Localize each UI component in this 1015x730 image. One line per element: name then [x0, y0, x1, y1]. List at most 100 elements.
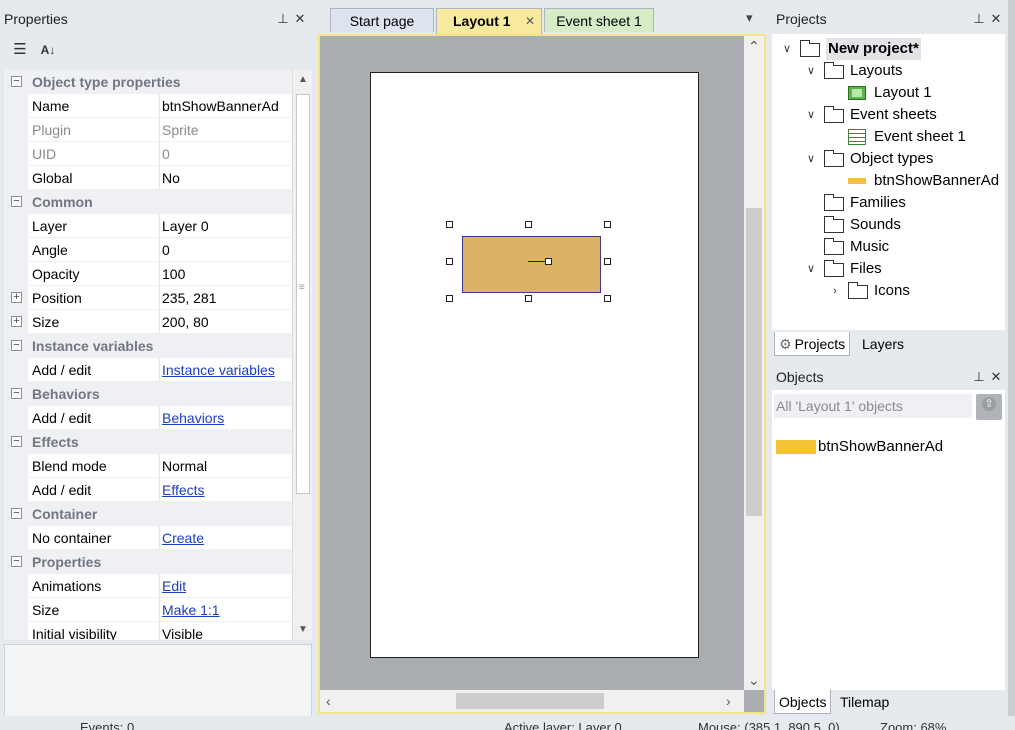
property-value[interactable]: Behaviors [162, 406, 292, 430]
selection-handle[interactable] [604, 258, 611, 265]
property-category[interactable]: − Effects [4, 430, 292, 454]
selection-handle[interactable] [446, 295, 453, 302]
origin-handle[interactable] [545, 258, 552, 265]
property-category[interactable]: − Container [4, 502, 292, 526]
scroll-up-icon[interactable]: ▲ [298, 72, 308, 88]
scroll-left-icon[interactable]: ‹ [326, 693, 331, 709]
properties-scrollbar[interactable]: ▲ ≡ ▼ [292, 70, 312, 640]
tree-item[interactable]: Layout 1 [772, 82, 1005, 104]
property-row[interactable]: Plugin Sprite [4, 118, 292, 142]
property-value[interactable]: Normal [162, 454, 292, 478]
scroll-thumb[interactable] [746, 208, 762, 516]
close-icon[interactable]: ✕ [989, 11, 1003, 27]
property-category[interactable]: − Behaviors [4, 382, 292, 406]
property-row[interactable]: No container Create [4, 526, 292, 550]
chevron-down-icon[interactable]: ∨ [804, 148, 818, 170]
categorized-icon[interactable]: ☰ [10, 42, 30, 58]
selection-handle[interactable] [525, 221, 532, 228]
collapse-icon[interactable]: − [11, 340, 22, 351]
scroll-down-icon[interactable]: ▼ [298, 622, 308, 638]
selection-handle[interactable] [446, 221, 453, 228]
property-link[interactable]: Instance variables [162, 362, 275, 378]
selection-handle[interactable] [604, 295, 611, 302]
property-row[interactable]: Size Make 1:1 [4, 598, 292, 622]
sort-az-icon[interactable]: A↓ [38, 42, 58, 58]
tree-item[interactable]: ∨ Files [772, 258, 1005, 280]
editor-vertical-scrollbar[interactable]: ⌃ ⌄ [744, 36, 764, 690]
property-row[interactable]: Add / edit Instance variables [4, 358, 292, 382]
collapse-icon[interactable]: − [11, 76, 22, 87]
property-row[interactable]: + Size 200, 80 [4, 310, 292, 334]
collapse-icon[interactable]: − [11, 388, 22, 399]
tree-item[interactable]: Music [772, 236, 1005, 258]
property-value[interactable]: Layer 0 [162, 214, 292, 238]
property-category[interactable]: − Object type properties [4, 70, 292, 94]
property-row[interactable]: Animations Edit [4, 574, 292, 598]
chevron-right-icon[interactable]: › [828, 280, 842, 302]
property-category[interactable]: − Instance variables [4, 334, 292, 358]
tree-item[interactable]: Sounds [772, 214, 1005, 236]
property-row[interactable]: Initial visibility Visible [4, 622, 292, 640]
property-link[interactable]: Behaviors [162, 410, 224, 426]
property-row[interactable]: Opacity 100 [4, 262, 292, 286]
layout-canvas[interactable] [370, 72, 699, 658]
property-row[interactable]: Global No [4, 166, 292, 190]
property-link[interactable]: Effects [162, 482, 205, 498]
pin-icon[interactable]: ⊥ [972, 369, 986, 385]
tab-layers[interactable]: Layers [858, 332, 908, 356]
property-category[interactable]: − Properties [4, 550, 292, 574]
collapse-icon[interactable]: − [11, 196, 22, 207]
selection-handle[interactable] [446, 258, 453, 265]
selection-handle[interactable] [525, 295, 532, 302]
tree-item[interactable]: › Icons [772, 280, 1005, 302]
property-value[interactable]: Visible [162, 622, 292, 640]
property-row[interactable]: Add / edit Effects [4, 478, 292, 502]
scroll-thumb[interactable] [456, 693, 604, 709]
property-link[interactable]: Create [162, 530, 204, 546]
layout-editor[interactable]: ⌃ ⌄ ‹ › [318, 34, 766, 714]
close-icon[interactable]: ✕ [989, 369, 1003, 385]
property-value[interactable]: No [162, 166, 292, 190]
scroll-down-icon[interactable]: ⌄ [748, 672, 760, 688]
tree-item[interactable]: ∨ Event sheets [772, 104, 1005, 126]
chevron-down-icon[interactable]: ∨ [804, 104, 818, 126]
property-value[interactable]: btnShowBannerAd [162, 94, 292, 118]
tab-event-sheet-1[interactable]: Event sheet 1 [544, 8, 654, 32]
tab-projects[interactable]: ⚙ Projects [774, 332, 851, 356]
tree-item[interactable]: ∨ Object types [772, 148, 1005, 170]
pin-icon[interactable]: ⊥ [276, 11, 290, 27]
property-value[interactable]: Instance variables [162, 358, 292, 382]
collapse-icon[interactable]: − [11, 508, 22, 519]
tab-tilemap[interactable]: Tilemap [836, 690, 893, 714]
property-row[interactable]: Layer Layer 0 [4, 214, 292, 238]
close-icon[interactable]: ✕ [293, 11, 307, 27]
scroll-up-icon[interactable]: ⌃ [748, 38, 760, 54]
property-value[interactable]: Make 1:1 [162, 598, 292, 622]
collapse-icon[interactable]: − [11, 556, 22, 567]
property-category[interactable]: − Common [4, 190, 292, 214]
property-value[interactable]: 0 [162, 238, 292, 262]
tab-overflow-icon[interactable]: ▾ [746, 10, 753, 26]
sprite-instance[interactable] [462, 236, 601, 293]
property-row[interactable]: Name btnShowBannerAd [4, 94, 292, 118]
property-link[interactable]: Edit [162, 578, 186, 594]
chevron-down-icon[interactable]: ∨ [780, 38, 794, 60]
property-row[interactable]: Angle 0 [4, 238, 292, 262]
tree-item[interactable]: btnShowBannerAd [772, 170, 1005, 192]
tree-item[interactable]: Event sheet 1 [772, 126, 1005, 148]
property-value[interactable]: Edit [162, 574, 292, 598]
tree-item[interactable]: Families [772, 192, 1005, 214]
tree-item[interactable]: ∨ Layouts [772, 60, 1005, 82]
chevron-down-icon[interactable]: ∨ [804, 60, 818, 82]
property-link[interactable]: Make 1:1 [162, 602, 220, 618]
expand-icon[interactable]: + [11, 292, 22, 303]
tab-start-page[interactable]: Start page [330, 8, 434, 32]
up-folder-button[interactable] [976, 394, 1002, 420]
pin-icon[interactable]: ⊥ [972, 11, 986, 27]
object-item[interactable]: btnShowBannerAd [776, 436, 996, 458]
tab-layout-1[interactable]: Layout 1 ✕ [436, 8, 542, 34]
expand-icon[interactable]: + [11, 316, 22, 327]
editor-horizontal-scrollbar[interactable]: ‹ › [320, 690, 744, 712]
scroll-right-icon[interactable]: › [726, 693, 731, 709]
property-row[interactable]: Blend mode Normal [4, 454, 292, 478]
